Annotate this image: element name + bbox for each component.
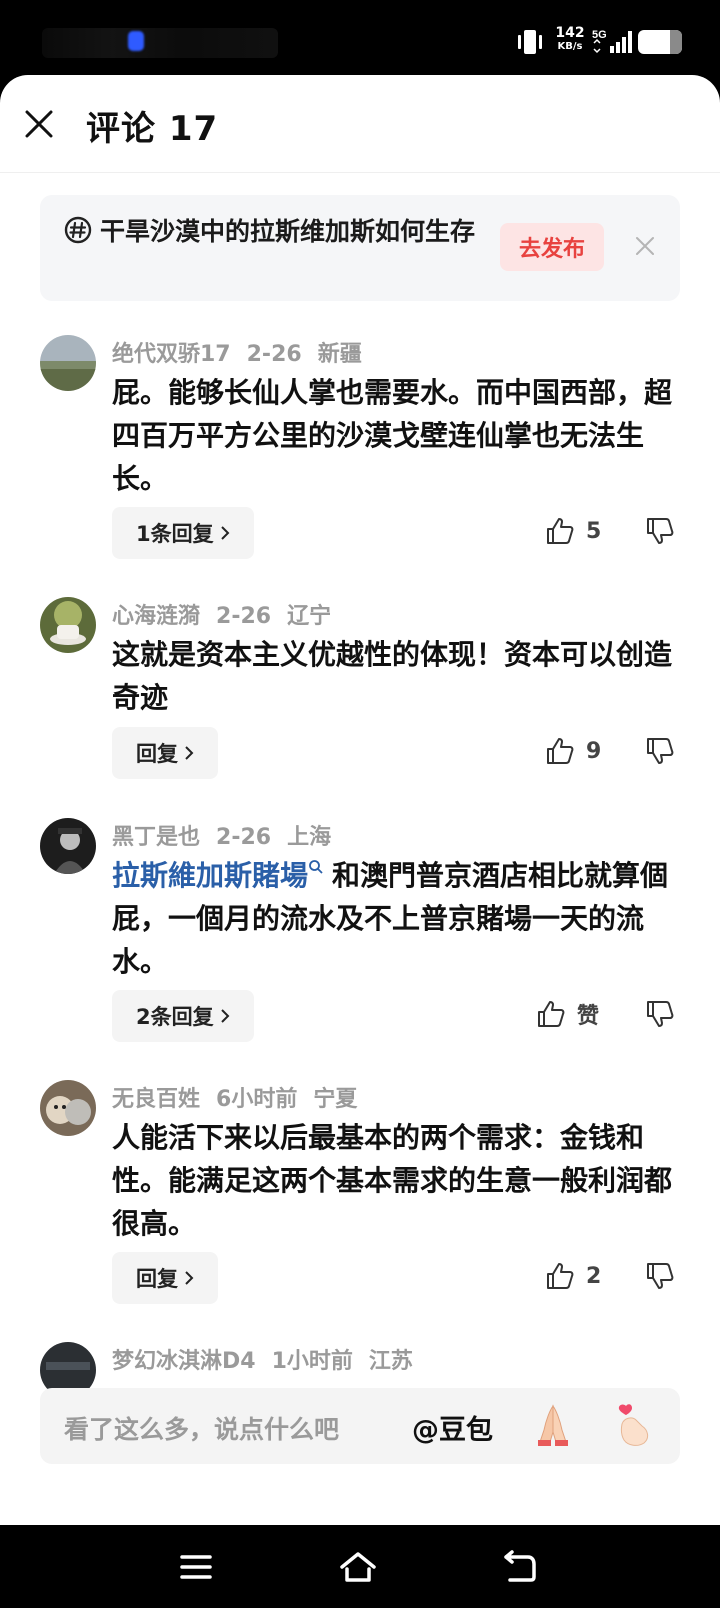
username[interactable]: 无良百姓	[112, 1087, 200, 1112]
reply-button[interactable]: 回复	[112, 1252, 218, 1304]
avatar[interactable]	[40, 597, 96, 653]
chevron-right-icon	[185, 1271, 194, 1285]
comment-location: 上海	[287, 825, 332, 850]
hashtag-icon	[64, 216, 92, 244]
comment-list[interactable]: 绝代双骄17 2-26 新疆 屁。能够长仙人掌也需要水。而中国西部，超四百万平方公里…	[0, 325, 720, 1449]
comment-location: 江苏	[368, 1349, 413, 1374]
topic-card[interactable]: 干旱沙漠中的拉斯维加斯如何生存 去发布	[40, 195, 680, 301]
pray-emoji-icon[interactable]	[530, 1402, 576, 1448]
like-button[interactable]: 赞	[535, 998, 599, 1030]
network-type: 5G	[592, 29, 607, 41]
status-left-area	[42, 28, 278, 58]
avatar[interactable]	[40, 818, 96, 874]
finger-heart-emoji-icon[interactable]	[612, 1402, 658, 1448]
thumbs-up-icon	[547, 1263, 574, 1289]
thumbs-up-icon	[547, 518, 574, 544]
comment-date: 2-26	[216, 604, 272, 629]
comment-input-bar[interactable]: 看了这么多，说点什么吧 @豆包	[40, 1388, 680, 1464]
reply-label: 回复	[136, 742, 178, 766]
comment-item: 绝代双骄17 2-26 新疆 屁。能够长仙人掌也需要水。而中国西部，超四百万平方公里…	[0, 335, 720, 595]
status-indicator	[128, 31, 144, 51]
comment-item: 心海涟漪 2-26 辽宁 这就是资本主义优越性的体现！资本可以创造奇迹 回复 9	[0, 597, 720, 827]
search-link[interactable]: 拉斯維加斯賭場	[112, 859, 308, 892]
comment-date: 2-26	[246, 342, 302, 367]
battery-icon	[638, 30, 682, 54]
like-count: 5	[586, 518, 602, 544]
comment-location: 新疆	[317, 342, 362, 367]
username[interactable]: 绝代双骄17	[112, 342, 231, 367]
system-nav-bar	[0, 1525, 720, 1608]
comment-date: 6小时前	[216, 1087, 298, 1112]
like-count: 赞	[577, 1004, 600, 1029]
close-topic-icon[interactable]	[634, 235, 656, 257]
username[interactable]: 黑丁是也	[112, 825, 200, 850]
reply-label: 回复	[136, 1267, 178, 1291]
comment-date: 1小时前	[271, 1349, 353, 1374]
network-speed-value: 142	[555, 25, 585, 41]
topic-text: 干旱沙漠中的拉斯维加斯如何生存	[100, 217, 476, 246]
comment-date: 2-26	[216, 825, 272, 850]
reply-label: 2条回复	[136, 1005, 214, 1029]
search-icon	[309, 860, 323, 874]
thumbs-down-icon[interactable]	[644, 1260, 676, 1292]
reply-button[interactable]: 1条回复	[112, 507, 254, 559]
comment-location: 辽宁	[287, 604, 332, 629]
comment-item: 无良百姓 6小时前 宁夏 人能活下来以后最基本的两个需求：金钱和性。能满足这两个基本…	[0, 1080, 720, 1342]
avatar[interactable]	[40, 1080, 96, 1136]
like-button[interactable]: 2	[544, 1260, 601, 1292]
back-icon[interactable]	[500, 1549, 540, 1585]
comment-sheet: 评论 17 干旱沙漠中的拉斯维加斯如何生存 去发布 绝代双骄17 2-26 新疆 屁…	[0, 75, 720, 1525]
like-count: 9	[586, 738, 602, 764]
status-bar: 142 KB/s 5G	[0, 0, 720, 78]
mention-doubao-button[interactable]: @豆包	[412, 1408, 493, 1447]
comment-meta: 绝代双骄17 2-26 新疆	[112, 336, 378, 368]
thumbs-down-icon[interactable]	[644, 515, 676, 547]
like-button[interactable]: 5	[544, 515, 601, 547]
network-speed-unit: KB/s	[557, 41, 583, 52]
username[interactable]: 心海涟漪	[112, 604, 200, 629]
chevron-right-icon	[220, 526, 230, 540]
thumbs-up-icon	[547, 738, 574, 764]
thumbs-up-icon	[538, 1001, 565, 1027]
sheet-header: 评论 17	[0, 75, 720, 173]
topic-text-wrap: 干旱沙漠中的拉斯维加斯如何生存	[64, 215, 484, 249]
comment-input[interactable]: 看了这么多，说点什么吧	[64, 1410, 339, 1446]
comment-text[interactable]: 这就是资本主义优越性的体现！资本可以创造奇迹	[112, 633, 682, 719]
comment-meta: 梦幻冰淇淋D4 1小时前 江苏	[112, 1343, 429, 1375]
comment-location: 宁夏	[313, 1087, 358, 1112]
publish-button[interactable]: 去发布	[500, 223, 604, 271]
like-button[interactable]: 9	[544, 735, 601, 767]
reply-label: 1条回复	[136, 522, 214, 546]
thumbs-down-icon[interactable]	[644, 735, 676, 767]
username[interactable]: 梦幻冰淇淋D4	[112, 1349, 256, 1374]
menu-icon[interactable]	[176, 1549, 216, 1585]
comment-item: 黑丁是也 2-26 上海 拉斯維加斯賭場 和澳門普京酒店相比就算個屁，一個月的流水及不…	[0, 818, 720, 1080]
thumbs-down-icon[interactable]	[644, 998, 676, 1030]
comment-text[interactable]: 屁。能够长仙人掌也需要水。而中国西部，超四百万平方公里的沙漠戈壁连仙掌也无法生长…	[112, 371, 682, 500]
close-icon[interactable]	[22, 107, 56, 141]
network-speed: 142 KB/s	[553, 25, 587, 53]
signal-icon: 5G	[592, 29, 632, 54]
comment-meta: 无良百姓 6小时前 宁夏	[112, 1081, 373, 1113]
avatar[interactable]	[40, 335, 96, 391]
comment-text[interactable]: 拉斯維加斯賭場 和澳門普京酒店相比就算個屁，一個月的流水及不上普京賭場一天的流水。	[112, 854, 682, 983]
like-count: 2	[586, 1263, 602, 1289]
home-icon[interactable]	[338, 1549, 378, 1585]
comment-meta: 黑丁是也 2-26 上海	[112, 819, 347, 851]
comment-meta: 心海涟漪 2-26 辽宁	[112, 598, 347, 630]
chevron-right-icon	[185, 746, 194, 760]
page-title: 评论 17	[86, 109, 219, 149]
comment-text[interactable]: 人能活下来以后最基本的两个需求：金钱和性。能满足这两个基本需求的生意一般利润都很…	[112, 1116, 682, 1245]
chevron-right-icon	[220, 1009, 230, 1023]
reply-button[interactable]: 2条回复	[112, 990, 254, 1042]
vibrate-icon	[518, 30, 542, 54]
reply-button[interactable]: 回复	[112, 727, 218, 779]
